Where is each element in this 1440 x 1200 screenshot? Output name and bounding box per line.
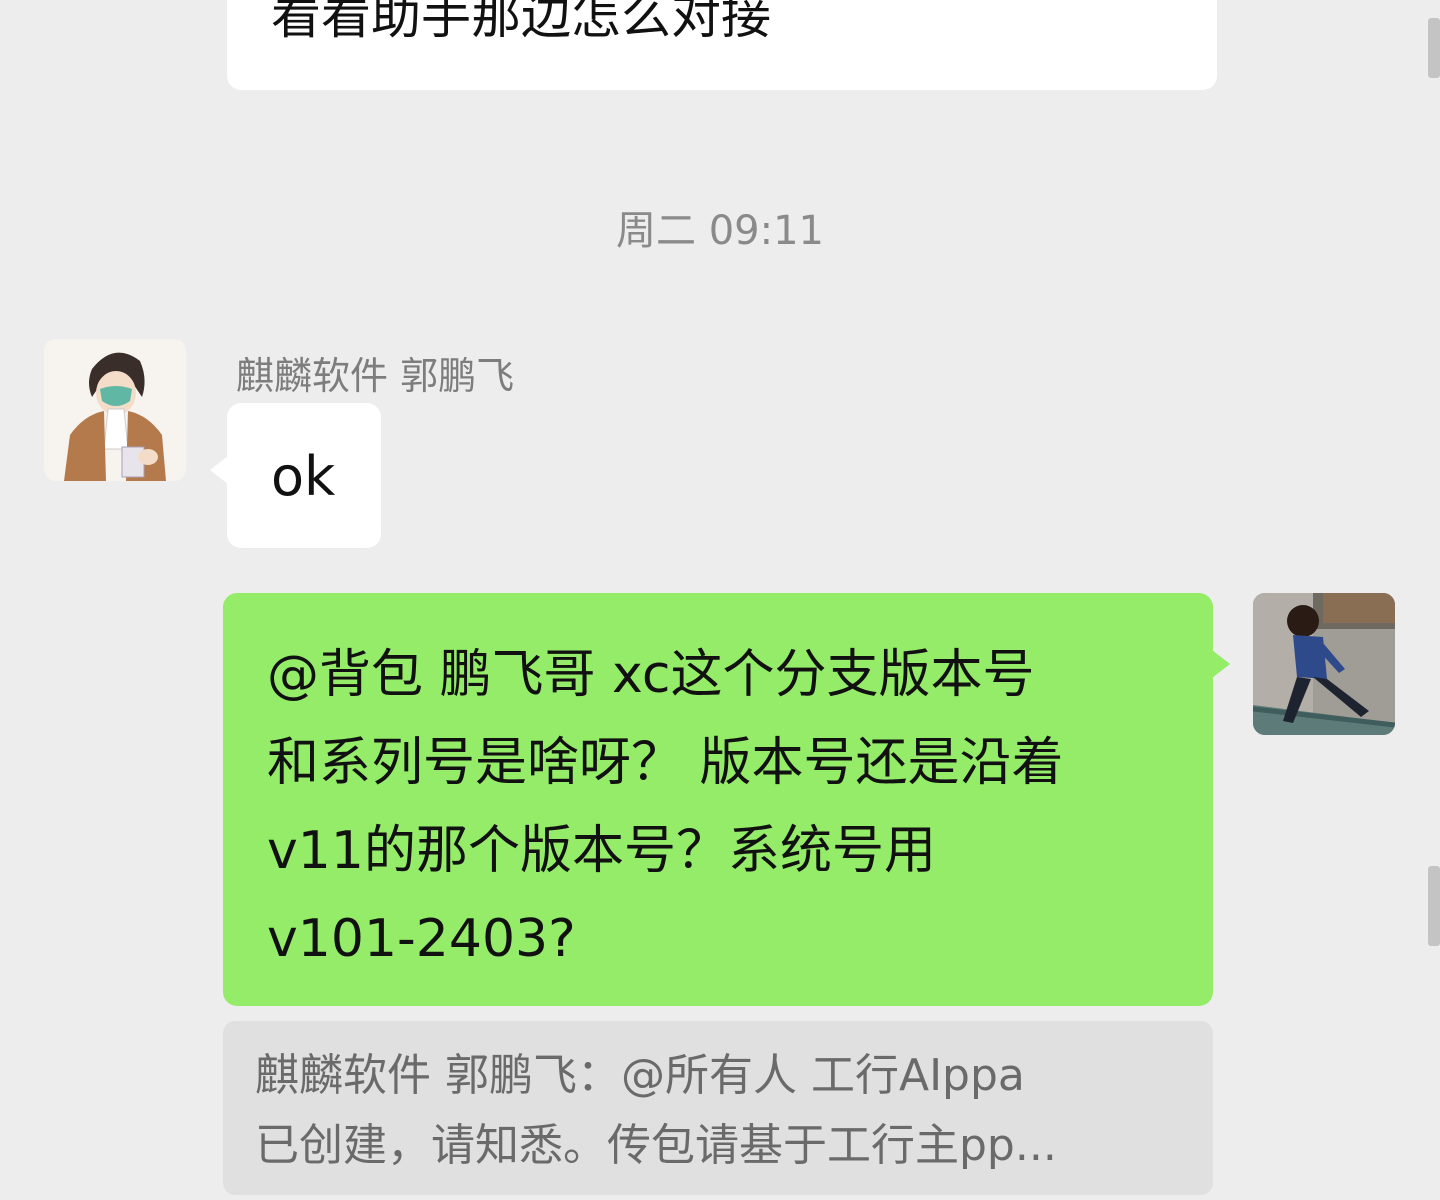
sent-message-bubble[interactable]: @背包 鹏飞哥 xc这个分支版本号 和系列号是啥呀？ 版本号还是沿着 v11的那… [223, 593, 1213, 1006]
quoted-line: 已创建，请知悉。传包请基于工行主pp... [255, 1120, 1057, 1171]
sender-name: 麒麟软件 郭鹏飞 [236, 354, 515, 398]
prev-message-text: 看看助手那边怎么对接 [271, 0, 771, 45]
sent-message-line: v101-2403? [267, 909, 576, 969]
received-bubble-tail [210, 456, 228, 484]
quoted-line: 麒麟软件 郭鹏飞：@所有人 工行AIppa [255, 1050, 1025, 1101]
scrollbar-top[interactable] [1428, 18, 1440, 78]
prev-message-bubble[interactable]: 看看助手那边怎么对接 [227, 0, 1217, 90]
sent-message-text: @背包 鹏飞哥 xc这个分支版本号 和系列号是啥呀？ 版本号还是沿着 v11的那… [267, 631, 1064, 983]
my-avatar[interactable] [1253, 593, 1395, 735]
received-message-text: ok [271, 445, 336, 508]
sent-message-line: v11的那个版本号？系统号用 [267, 821, 936, 881]
scrollbar-bottom[interactable] [1428, 866, 1440, 946]
received-message-bubble[interactable]: ok [227, 403, 381, 548]
sent-bubble-tail [1212, 650, 1230, 678]
quoted-message[interactable]: 麒麟软件 郭鹏飞：@所有人 工行AIppa 已创建，请知悉。传包请基于工行主pp… [223, 1021, 1213, 1195]
sender-avatar[interactable] [44, 339, 186, 481]
quoted-message-text: 麒麟软件 郭鹏飞：@所有人 工行AIppa 已创建，请知悉。传包请基于工行主pp… [255, 1041, 1057, 1181]
sent-message-line: @背包 鹏飞哥 xc这个分支版本号 [267, 645, 1035, 705]
message-timestamp: 周二 09:11 [616, 208, 824, 254]
sent-message-line: 和系列号是啥呀？ 版本号还是沿着 [267, 733, 1064, 793]
anime-character-avatar-icon [44, 339, 186, 481]
running-child-photo-avatar-icon [1253, 593, 1395, 735]
